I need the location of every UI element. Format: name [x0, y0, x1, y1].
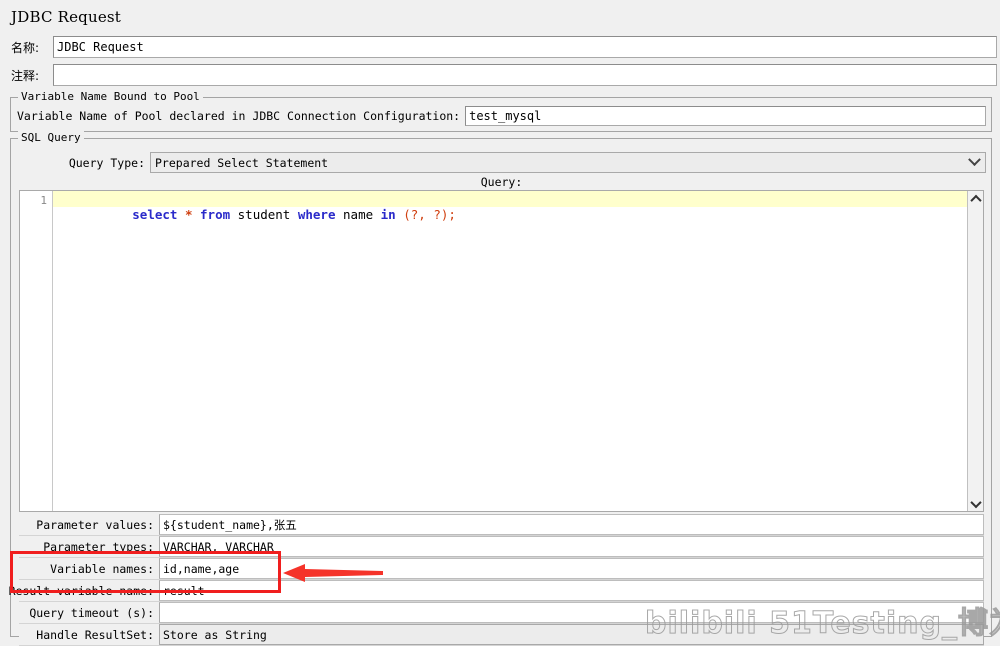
- editor-code-area[interactable]: select * from student where name in (?, …: [53, 191, 983, 511]
- pool-group-title: Variable Name Bound to Pool: [18, 90, 203, 103]
- chevron-up-icon[interactable]: [968, 191, 983, 206]
- name-input[interactable]: JDBC Request: [53, 36, 997, 58]
- query-caption: Query:: [480, 175, 523, 189]
- query-type-label: Query Type:: [68, 155, 145, 170]
- result-variable-name-row: Result variable name: result: [9, 580, 984, 602]
- parameter-values-row: Parameter values: ${student_name},张五: [19, 514, 984, 536]
- comment-input[interactable]: [53, 64, 997, 86]
- comment-row: 注释:: [11, 64, 997, 86]
- parameter-values-input[interactable]: ${student_name},张五: [159, 514, 984, 535]
- parameter-types-input[interactable]: VARCHAR, VARCHAR: [159, 536, 984, 557]
- name-label: 名称:: [11, 40, 40, 55]
- result-variable-name-label: Result variable name:: [9, 580, 159, 601]
- comment-label: 注释:: [11, 68, 40, 83]
- variable-names-input[interactable]: id,name,age: [159, 558, 984, 579]
- query-type-value: Prepared Select Statement: [155, 155, 329, 170]
- editor-scrollbar[interactable]: [967, 191, 983, 511]
- sql-token: from: [200, 207, 231, 222]
- editor-gutter: 1: [20, 191, 53, 511]
- result-variable-name-input[interactable]: result: [159, 580, 984, 601]
- parameter-values-label: Parameter values:: [19, 514, 159, 535]
- variable-names-label: Variable names:: [19, 558, 159, 579]
- query-type-row: Query Type: Prepared Select Statement: [17, 152, 986, 173]
- name-row: 名称: JDBC Request: [11, 36, 997, 58]
- sql-token: name: [335, 207, 381, 222]
- sql-query-group: SQL Query Query Type: Prepared Select St…: [9, 131, 992, 646]
- variable-names-row: Variable names: id,name,age: [19, 558, 984, 580]
- sql-token: (?, ?);: [403, 207, 456, 222]
- sql-token: where: [297, 207, 336, 222]
- sql-token: select: [132, 207, 178, 222]
- query-type-select[interactable]: Prepared Select Statement: [150, 152, 986, 173]
- pool-row: Variable Name of Pool declared in JDBC C…: [17, 106, 986, 126]
- handle-resultset-select[interactable]: Store as String: [159, 624, 984, 645]
- pool-variable-input[interactable]: test_mysql: [465, 106, 986, 126]
- chevron-down-icon: [968, 152, 981, 167]
- query-timeout-label: Query timeout (s):: [19, 602, 159, 623]
- sql-editor[interactable]: 1 select * from student where name in (?…: [19, 190, 984, 512]
- page-title: JDBC Request: [11, 8, 122, 26]
- chevron-down-icon[interactable]: [968, 496, 983, 511]
- pool-variable-label: Variable Name of Pool declared in JDBC C…: [17, 109, 461, 123]
- parameter-types-row: Parameter types: VARCHAR, VARCHAR: [19, 536, 984, 558]
- sql-query-group-title: SQL Query: [18, 131, 84, 144]
- parameter-types-label: Parameter types:: [19, 536, 159, 557]
- sql-code-line[interactable]: select * from student where name in (?, …: [53, 191, 983, 222]
- parameter-rows: Parameter values: ${student_name},张五 Par…: [9, 514, 984, 646]
- jdbc-request-panel: JDBC Request 名称: JDBC Request 注释: Variab…: [0, 0, 1000, 646]
- query-timeout-row: Query timeout (s):: [19, 602, 984, 624]
- pool-group: Variable Name Bound to Pool Variable Nam…: [10, 90, 992, 132]
- query-timeout-input[interactable]: [159, 602, 984, 623]
- sql-token: student: [230, 207, 298, 222]
- sql-token: in: [380, 207, 396, 222]
- handle-resultset-label: Handle ResultSet:: [19, 624, 159, 645]
